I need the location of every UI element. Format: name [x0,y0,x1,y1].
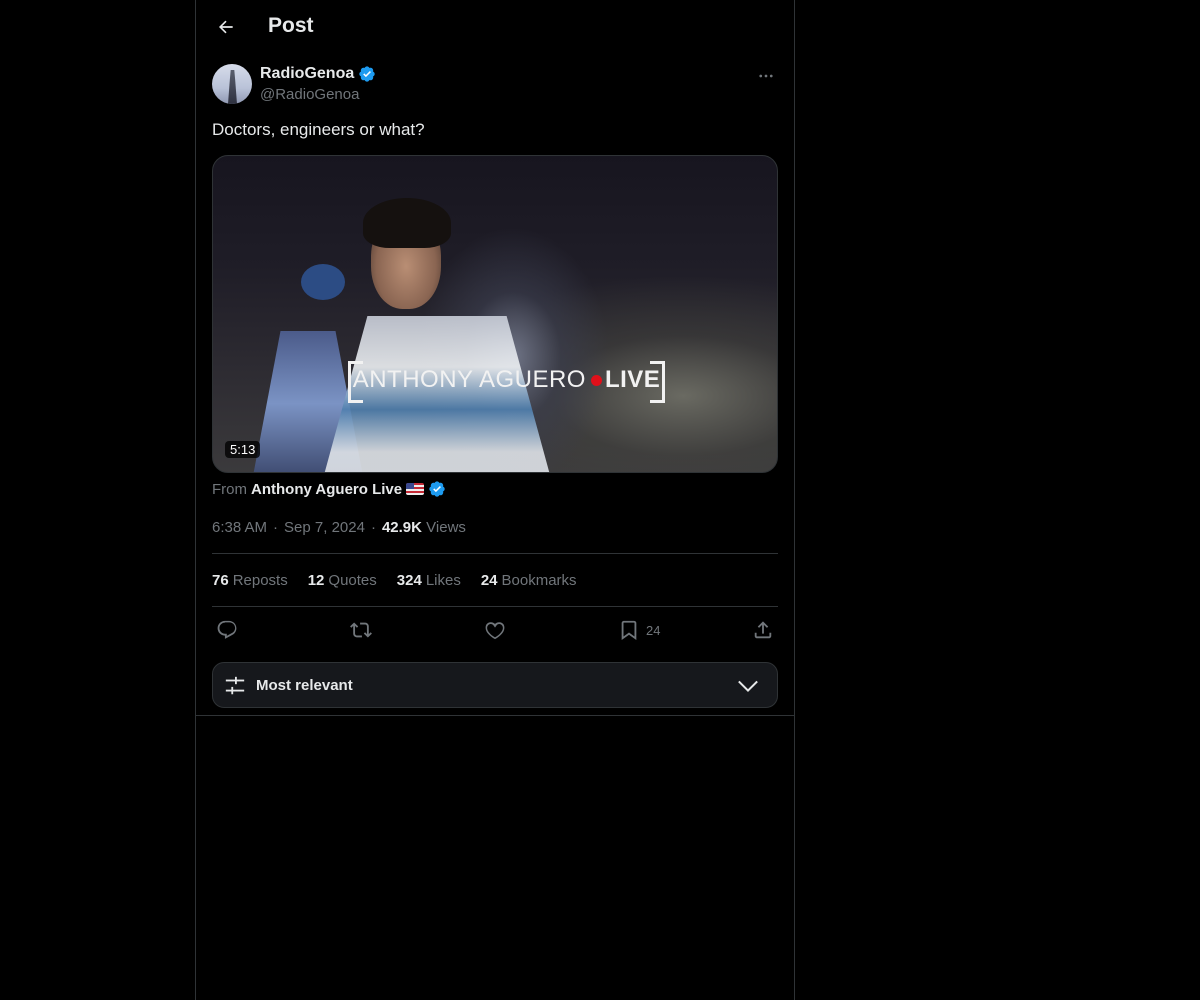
views-label: Views [426,519,466,536]
post-time[interactable]: 6:38 AM [212,519,267,536]
heart-icon [484,619,506,641]
author-name[interactable]: RadioGenoa [260,65,354,83]
source-name[interactable]: Anthony Aguero Live [251,481,402,498]
views-count: 42.9K [381,519,422,536]
verified-badge-icon [428,480,446,498]
reply-button[interactable] [216,617,238,643]
like-button[interactable] [484,617,506,643]
post-text: Doctors, engineers or what? [212,120,425,139]
video-frame-detail [301,264,345,300]
live-dot-icon [590,374,602,386]
sort-label: Most relevant [256,677,353,694]
verified-badge-icon [358,65,376,83]
more-horizontal-icon [757,67,775,85]
stat-bookmarks[interactable]: 24 Bookmarks [481,572,577,589]
primary-column: Post RadioGenoa @RadioGenoa Doctors, eng… [195,0,795,1000]
video-source: From Anthony Aguero Live [212,480,446,498]
arrow-left-icon [216,17,236,37]
video-frame-hair [363,198,451,248]
source-prefix: From [212,480,247,498]
meta-separator: · [370,519,376,536]
page-title: Post [268,14,314,37]
bookmark-button[interactable]: 24 [618,617,660,643]
stat-reposts[interactable]: 76 Reposts [212,572,288,589]
divider [212,553,778,554]
video-player[interactable]: ANTHONY AGUERO LIVE 5:13 [212,155,778,473]
engagement-stats: 76 Reposts 12 Quotes 324 Likes 24 Bookma… [212,572,577,589]
stat-quotes[interactable]: 12 Quotes [308,572,377,589]
reply-sort-dropdown[interactable]: Most relevant [212,662,778,708]
chevron-down-icon [737,677,759,695]
repost-icon [350,619,372,641]
sliders-icon [224,675,246,697]
video-watermark: ANTHONY AGUERO LIVE [348,361,665,403]
reply-icon [216,619,238,641]
stat-likes[interactable]: 324 Likes [397,572,461,589]
post: RadioGenoa @RadioGenoa Doctors, engineer… [212,64,778,708]
avatar[interactable] [212,64,252,104]
bookmark-icon [618,619,640,641]
watermark-text: ANTHONY AGUERO [352,366,586,393]
post-author: RadioGenoa @RadioGenoa [212,64,778,106]
author-handle[interactable]: @RadioGenoa [260,86,359,103]
us-flag-icon [406,483,425,495]
post-meta: 6:38 AM · Sep 7, 2024 · 42.9K Views [212,519,466,536]
action-bar: 24 [212,617,778,643]
meta-separator: · [273,519,279,536]
post-date[interactable]: Sep 7, 2024 [284,519,365,536]
bookmark-count: 24 [646,622,661,638]
video-duration: 5:13 [225,441,261,458]
share-icon [752,619,774,641]
repost-button[interactable] [350,617,372,643]
back-button[interactable] [208,9,244,45]
more-options-button[interactable] [754,64,778,88]
share-button[interactable] [752,617,774,643]
header-bar: Post [196,0,794,54]
divider [212,606,778,607]
divider [196,715,794,716]
author-name-row[interactable]: RadioGenoa [260,65,376,83]
